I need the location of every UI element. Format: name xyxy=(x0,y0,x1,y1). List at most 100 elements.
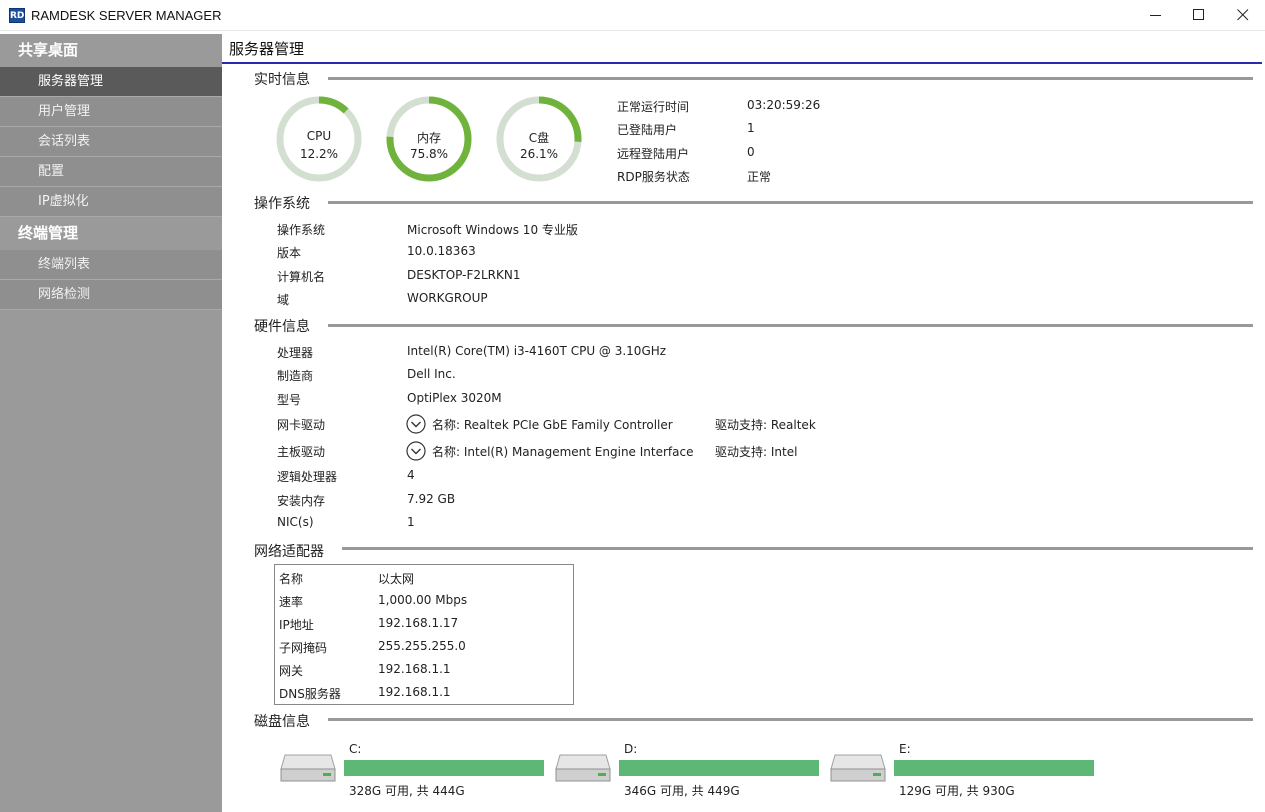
version-label: 版本 xyxy=(277,246,302,260)
logical-cpu-label: 逻辑处理器 xyxy=(277,470,338,484)
sidebar-item-user-management[interactable]: 用户管理 xyxy=(0,97,222,127)
speed-label: 速率 xyxy=(279,595,304,609)
rdp-status-value: 正常 xyxy=(747,170,772,184)
title-bar: RD RAMDESK SERVER MANAGER xyxy=(0,0,1265,31)
section-title-disks: 磁盘信息 xyxy=(254,714,310,730)
sidebar-group-terminal-management[interactable]: 终端管理 xyxy=(0,217,222,250)
nic-driver-name: 名称: Realtek PCIe GbE Family Controller xyxy=(432,418,673,432)
disk-name: C: xyxy=(349,742,362,756)
sidebar: 共享桌面 服务器管理 用户管理 会话列表 配置 IP虚拟化 终端管理 终端列表 … xyxy=(0,34,222,812)
gauge-name: 内存 xyxy=(416,131,441,145)
nic-driver-label: 网卡驱动 xyxy=(277,418,326,432)
domain-label: 域 xyxy=(277,293,290,307)
main-header: 服务器管理 xyxy=(222,34,1262,64)
sidebar-item-terminal-list[interactable]: 终端列表 xyxy=(0,250,222,280)
page-title: 服务器管理 xyxy=(229,40,305,58)
section-title-realtime: 实时信息 xyxy=(254,72,310,88)
cpu-label: 处理器 xyxy=(277,346,314,360)
section-divider xyxy=(342,547,1253,550)
subnet-value: 255.255.255.0 xyxy=(378,639,466,653)
board-driver-name: 名称: Intel(R) Management Engine Interface xyxy=(432,445,694,459)
network-adapter-panel: 名称 以太网 速率 1,000.00 Mbps IP地址 192.168.1.1… xyxy=(274,564,574,705)
hard-drive-icon xyxy=(829,745,887,785)
board-driver-expand-button[interactable] xyxy=(406,441,426,461)
section-divider xyxy=(328,201,1253,204)
maximize-icon xyxy=(1193,9,1204,20)
domain-value: WORKGROUP xyxy=(407,291,488,305)
computer-name-label: 计算机名 xyxy=(277,270,326,284)
section-divider xyxy=(328,77,1253,80)
logged-users-label: 已登陆用户 xyxy=(617,123,678,137)
hard-drive-icon xyxy=(554,745,612,785)
disk-name: D: xyxy=(624,742,638,756)
sidebar-item-ip-virtualization[interactable]: IP虚拟化 xyxy=(0,187,222,217)
minimize-button[interactable] xyxy=(1134,0,1178,31)
section-divider xyxy=(328,324,1253,327)
gauge-value: 12.2% xyxy=(299,147,339,161)
ip-value: 192.168.1.17 xyxy=(378,616,459,630)
disk-info: 346G 可用, 共 449G xyxy=(624,784,740,798)
disk-usage-fill xyxy=(894,760,1094,776)
subnet-label: 子网掩码 xyxy=(279,641,328,655)
uptime-label: 正常运行时间 xyxy=(617,100,690,114)
disk-name: E: xyxy=(899,742,911,756)
disk-usage-bar xyxy=(619,760,819,776)
sidebar-item-server-management[interactable]: 服务器管理 xyxy=(0,67,222,97)
disk-usage-fill xyxy=(344,760,544,776)
logged-users-value: 1 xyxy=(747,121,755,135)
section-title-network: 网络适配器 xyxy=(254,544,324,560)
adapter-name-label: 名称 xyxy=(279,572,304,586)
maximize-button[interactable] xyxy=(1177,0,1221,31)
rdp-status-label: RDP服务状态 xyxy=(617,170,690,184)
computer-name-value: DESKTOP-F2LRKN1 xyxy=(407,268,521,282)
vendor-label: 制造商 xyxy=(277,369,314,383)
sidebar-item-session-list[interactable]: 会话列表 xyxy=(0,127,222,157)
nics-label: NIC(s) xyxy=(277,515,314,529)
uptime-value: 03:20:59:26 xyxy=(747,98,821,112)
remote-users-label: 远程登陆用户 xyxy=(617,147,690,161)
disk-info: 129G 可用, 共 930G xyxy=(899,784,1015,798)
installed-memory-value: 7.92 GB xyxy=(407,492,456,506)
ip-label: IP地址 xyxy=(279,618,314,632)
cpu-gauge: CPU 12.2% xyxy=(274,94,364,184)
remote-users-value: 0 xyxy=(747,145,755,159)
c-drive-gauge: C盘 26.1% xyxy=(494,94,584,184)
section-title-hardware: 硬件信息 xyxy=(254,319,310,335)
section-title-os: 操作系统 xyxy=(254,196,310,212)
hard-drive-icon xyxy=(279,745,337,785)
close-button[interactable] xyxy=(1221,0,1265,31)
board-driver-support: 驱动支持: Intel xyxy=(715,445,798,459)
gateway-label: 网关 xyxy=(279,664,304,678)
section-divider xyxy=(328,718,1253,721)
dns-value: 192.168.1.1 xyxy=(378,685,451,699)
disk-usage-bar xyxy=(344,760,544,776)
app-logo-icon: RD xyxy=(9,8,25,23)
dns-label: DNS服务器 xyxy=(279,687,341,701)
sidebar-item-config[interactable]: 配置 xyxy=(0,157,222,187)
version-value: 10.0.18363 xyxy=(407,244,476,258)
gauge-name: C盘 xyxy=(528,131,550,145)
model-value: OptiPlex 3020M xyxy=(407,391,502,405)
disk-usage-bar xyxy=(894,760,1094,776)
gauge-value: 26.1% xyxy=(519,147,559,161)
logical-cpu-value: 4 xyxy=(407,468,415,482)
model-label: 型号 xyxy=(277,393,302,407)
sidebar-item-network-check[interactable]: 网络检测 xyxy=(0,280,222,310)
gauge-name: CPU xyxy=(306,129,332,143)
gateway-value: 192.168.1.1 xyxy=(378,662,451,676)
nics-value: 1 xyxy=(407,515,415,529)
os-label: 操作系统 xyxy=(277,223,326,237)
window-title: RAMDESK SERVER MANAGER xyxy=(31,8,222,23)
vendor-value: Dell Inc. xyxy=(407,367,456,381)
os-value: Microsoft Windows 10 专业版 xyxy=(407,223,578,237)
sidebar-group-shared-desktop[interactable]: 共享桌面 xyxy=(0,34,222,67)
minimize-icon xyxy=(1150,15,1161,16)
nic-driver-expand-button[interactable] xyxy=(406,414,426,434)
nic-driver-support: 驱动支持: Realtek xyxy=(715,418,816,432)
board-driver-label: 主板驱动 xyxy=(277,445,326,459)
main-panel: 服务器管理 实时信息 CPU 12.2% 内存 75.8% C盘 26.1% 正… xyxy=(222,34,1265,812)
speed-value: 1,000.00 Mbps xyxy=(378,593,468,607)
disk-info: 328G 可用, 共 444G xyxy=(349,784,465,798)
chevron-down-icon xyxy=(406,441,426,461)
gauge-value: 75.8% xyxy=(409,147,449,161)
